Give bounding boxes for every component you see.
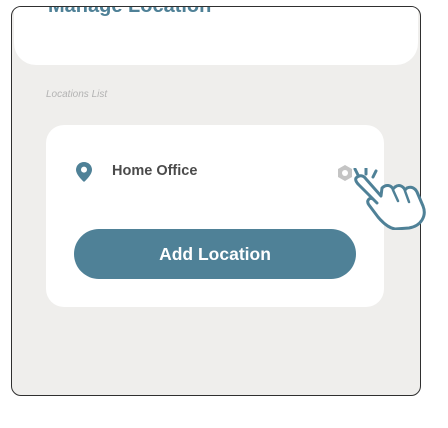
section-label: Locations List <box>46 89 108 100</box>
header-card: Manage Location <box>14 6 418 65</box>
add-location-button[interactable]: Add Location <box>74 229 356 279</box>
map-pin-icon <box>76 162 92 182</box>
location-item[interactable]: Home Office <box>46 153 384 189</box>
location-name: Home Office <box>112 163 198 179</box>
pointing-hand-icon <box>353 168 426 230</box>
page-title: Manage Location <box>48 6 212 17</box>
locations-card: Home Office Add Location <box>46 125 384 307</box>
